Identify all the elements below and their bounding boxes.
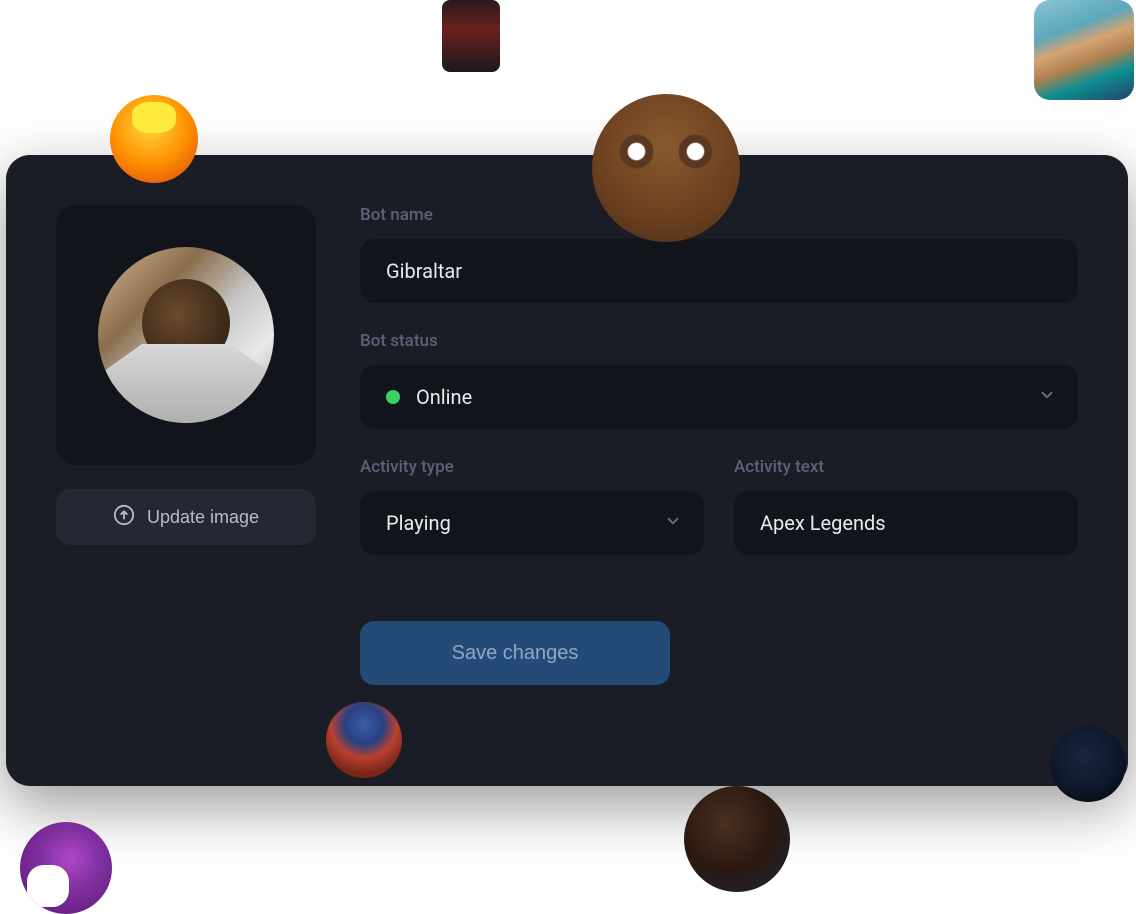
decorative-avatar [592, 94, 740, 242]
decorative-avatar [684, 786, 790, 892]
upload-icon [113, 504, 135, 531]
activity-type-select[interactable]: Playing [360, 491, 704, 555]
bot-status-value: Online [416, 385, 472, 409]
activity-type-value: Playing [386, 511, 451, 535]
activity-text-value: Apex Legends [760, 511, 886, 535]
avatar-frame [56, 205, 316, 465]
decorative-avatar [442, 0, 500, 72]
save-changes-button[interactable]: Save changes [360, 621, 670, 685]
bot-settings-card: Update image Bot name Gibraltar Bot stat… [6, 155, 1128, 786]
bot-name-field: Bot name Gibraltar [360, 205, 1078, 303]
bot-name-input[interactable]: Gibraltar [360, 239, 1078, 303]
decorative-avatar [1034, 0, 1134, 100]
bot-status-select[interactable]: Online [360, 365, 1078, 429]
decorative-avatar [20, 822, 112, 914]
activity-type-label: Activity type [360, 457, 704, 477]
save-changes-label: Save changes [452, 642, 579, 664]
activity-text-input[interactable]: Apex Legends [734, 491, 1078, 555]
chevron-down-icon [664, 512, 682, 534]
chevron-down-icon [1038, 386, 1056, 408]
avatar-column: Update image [56, 205, 316, 685]
decorative-avatar [326, 702, 402, 778]
decorative-avatar [1050, 726, 1126, 802]
activity-text-label: Activity text [734, 457, 1078, 477]
status-indicator-dot [386, 390, 400, 404]
activity-type-field: Activity type Playing [360, 457, 704, 555]
activity-text-field: Activity text Apex Legends [734, 457, 1078, 555]
bot-status-field: Bot status Online [360, 331, 1078, 429]
form-column: Bot name Gibraltar Bot status Online [360, 205, 1078, 685]
bot-name-value: Gibraltar [386, 259, 462, 283]
decorative-avatar [110, 95, 198, 183]
update-image-button[interactable]: Update image [56, 489, 316, 545]
bot-status-label: Bot status [360, 331, 1078, 351]
bot-avatar [98, 247, 274, 423]
update-image-label: Update image [147, 507, 259, 528]
